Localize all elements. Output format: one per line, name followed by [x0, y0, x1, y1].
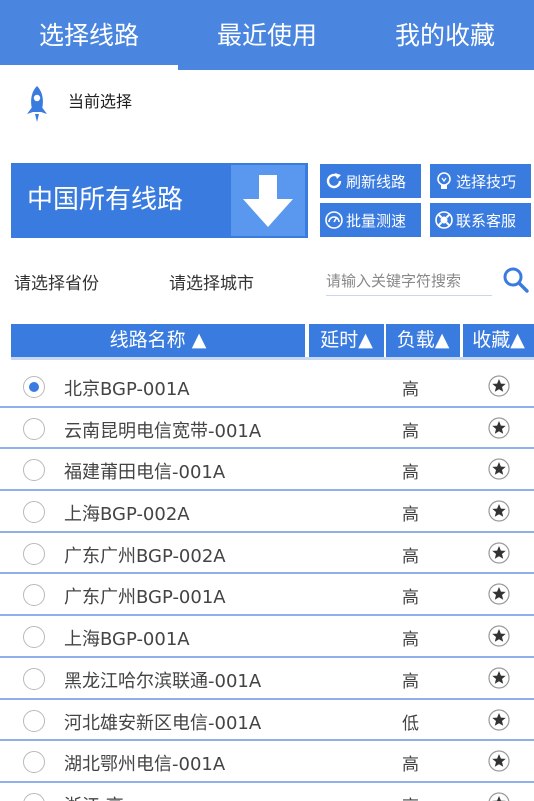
header-shadow: [11, 357, 534, 360]
table-row[interactable]: 广东广州BGP-002A 高: [0, 533, 534, 575]
header-load[interactable]: 负载▲: [386, 324, 460, 357]
route-radio[interactable]: [23, 542, 45, 565]
selection-tips-label: 选择技巧: [456, 172, 517, 191]
selection-tips-button[interactable]: 选择技巧: [430, 164, 531, 198]
route-radio[interactable]: [23, 709, 45, 732]
refresh-routes-button[interactable]: 刷新线路: [320, 164, 421, 198]
route-load: 高: [402, 755, 419, 776]
route-radio[interactable]: [23, 626, 45, 649]
all-routes-label: 中国所有线路: [27, 185, 184, 215]
header-favorite[interactable]: 收藏▲: [463, 324, 534, 357]
contact-support-label: 联系客服: [456, 211, 517, 230]
favorite-star-icon[interactable]: [488, 375, 510, 397]
table-row[interactable]: 黑龙江哈尔滨联通-001A 高: [0, 658, 534, 700]
table-row[interactable]: 云南昆明电信宽带-001A 高: [0, 408, 534, 450]
refresh-routes-label: 刷新线路: [346, 172, 407, 191]
table-row[interactable]: 湖北鄂州电信-001A 高: [0, 741, 534, 783]
route-name: 湖北鄂州电信-001A: [64, 754, 226, 776]
table-row[interactable]: 上海BGP-001A 高: [0, 616, 534, 658]
favorite-star-icon[interactable]: [488, 500, 510, 522]
batch-speed-test-label: 批量测速: [346, 211, 407, 230]
table-row[interactable]: 福建莆田电信-001A 高: [0, 449, 534, 492]
table-row[interactable]: 北京BGP-001A 高: [0, 366, 534, 408]
route-load: 高: [402, 421, 419, 442]
route-name: 上海BGP-001A: [64, 629, 190, 651]
route-load: 高: [402, 463, 419, 484]
favorite-star-icon[interactable]: [488, 417, 510, 439]
route-name: 云南昆明电信宽带-001A: [64, 420, 262, 442]
header-route-name[interactable]: 线路名称 ▲: [11, 324, 305, 357]
route-radio[interactable]: [23, 376, 45, 398]
support-icon: [435, 211, 453, 229]
route-load: 高: [402, 546, 419, 567]
tab-select-route[interactable]: 选择线路: [0, 0, 178, 70]
route-load: 高: [402, 630, 419, 651]
favorite-star-icon[interactable]: [488, 708, 510, 731]
favorite-star-icon[interactable]: [488, 750, 510, 772]
favorite-star-icon[interactable]: [488, 458, 510, 480]
route-name: 河北雄安新区电信-001A: [64, 712, 262, 734]
route-radio[interactable]: [23, 751, 45, 774]
lightbulb-icon: [437, 172, 451, 189]
favorite-star-icon[interactable]: [488, 792, 510, 801]
all-routes-button[interactable]: 中国所有线路: [11, 163, 308, 238]
route-name: 上海BGP-002A: [64, 504, 190, 526]
current-selection-label: 当前选择: [68, 92, 133, 111]
arrow-down-icon: [243, 175, 293, 227]
route-radio[interactable]: [23, 584, 45, 607]
header-latency[interactable]: 延时▲: [309, 324, 384, 357]
route-name: 福建莆田电信-001A: [64, 462, 226, 484]
route-radio[interactable]: [23, 792, 45, 801]
route-name: 黑龙江哈尔滨联通-001A: [64, 670, 262, 692]
arrow-down-box: [231, 165, 305, 236]
route-load: 低: [402, 713, 419, 734]
route-load: 高: [402, 505, 419, 526]
tab-recent[interactable]: 最近使用: [178, 0, 356, 70]
route-load: 高: [402, 671, 419, 692]
table-row[interactable]: 上海BGP-002A 高: [0, 491, 534, 533]
speedometer-icon: [325, 211, 343, 229]
route-name: 北京BGP-001A: [64, 379, 190, 400]
tab-favorites[interactable]: 我的收藏: [356, 0, 534, 70]
city-select[interactable]: 请选择城市: [166, 263, 304, 299]
favorite-star-icon[interactable]: [488, 542, 510, 564]
route-radio[interactable]: [23, 501, 45, 524]
province-select[interactable]: 请选择省份: [11, 263, 149, 299]
route-name: 浙江 高: [64, 792, 124, 801]
route-list: 北京BGP-001A 高 云南昆明电信宽带-001A 高 福建莆田电信-001A…: [0, 366, 534, 801]
search-icon[interactable]: [502, 266, 530, 294]
favorite-star-icon[interactable]: [488, 667, 510, 689]
table-row[interactable]: 河北雄安新区电信-001A 低: [0, 700, 534, 742]
refresh-icon: [326, 173, 342, 189]
rocket-icon: [27, 86, 47, 122]
search-input[interactable]: [326, 266, 492, 296]
route-name: 广东广州BGP-001A: [64, 587, 226, 609]
route-load: 高: [402, 588, 419, 609]
route-radio[interactable]: [23, 417, 45, 440]
route-radio[interactable]: [23, 667, 45, 690]
route-radio[interactable]: [23, 459, 45, 482]
route-load: 高: [402, 380, 419, 400]
app-page: 选择线路 最近使用 我的收藏 当前选择 中国所有线路 刷新线路 选择技巧 批量测…: [0, 0, 534, 801]
contact-support-button[interactable]: 联系客服: [430, 203, 531, 237]
table-row[interactable]: 浙江 高 高: [0, 783, 534, 801]
batch-speed-test-button[interactable]: 批量测速: [320, 203, 421, 237]
favorite-star-icon[interactable]: [488, 625, 510, 647]
favorite-star-icon[interactable]: [488, 583, 510, 606]
route-name: 广东广州BGP-002A: [64, 545, 226, 567]
route-load: 高: [402, 792, 419, 801]
table-row[interactable]: 广东广州BGP-001A 高: [0, 574, 534, 617]
top-tab-bar: 选择线路 最近使用 我的收藏: [0, 0, 534, 70]
